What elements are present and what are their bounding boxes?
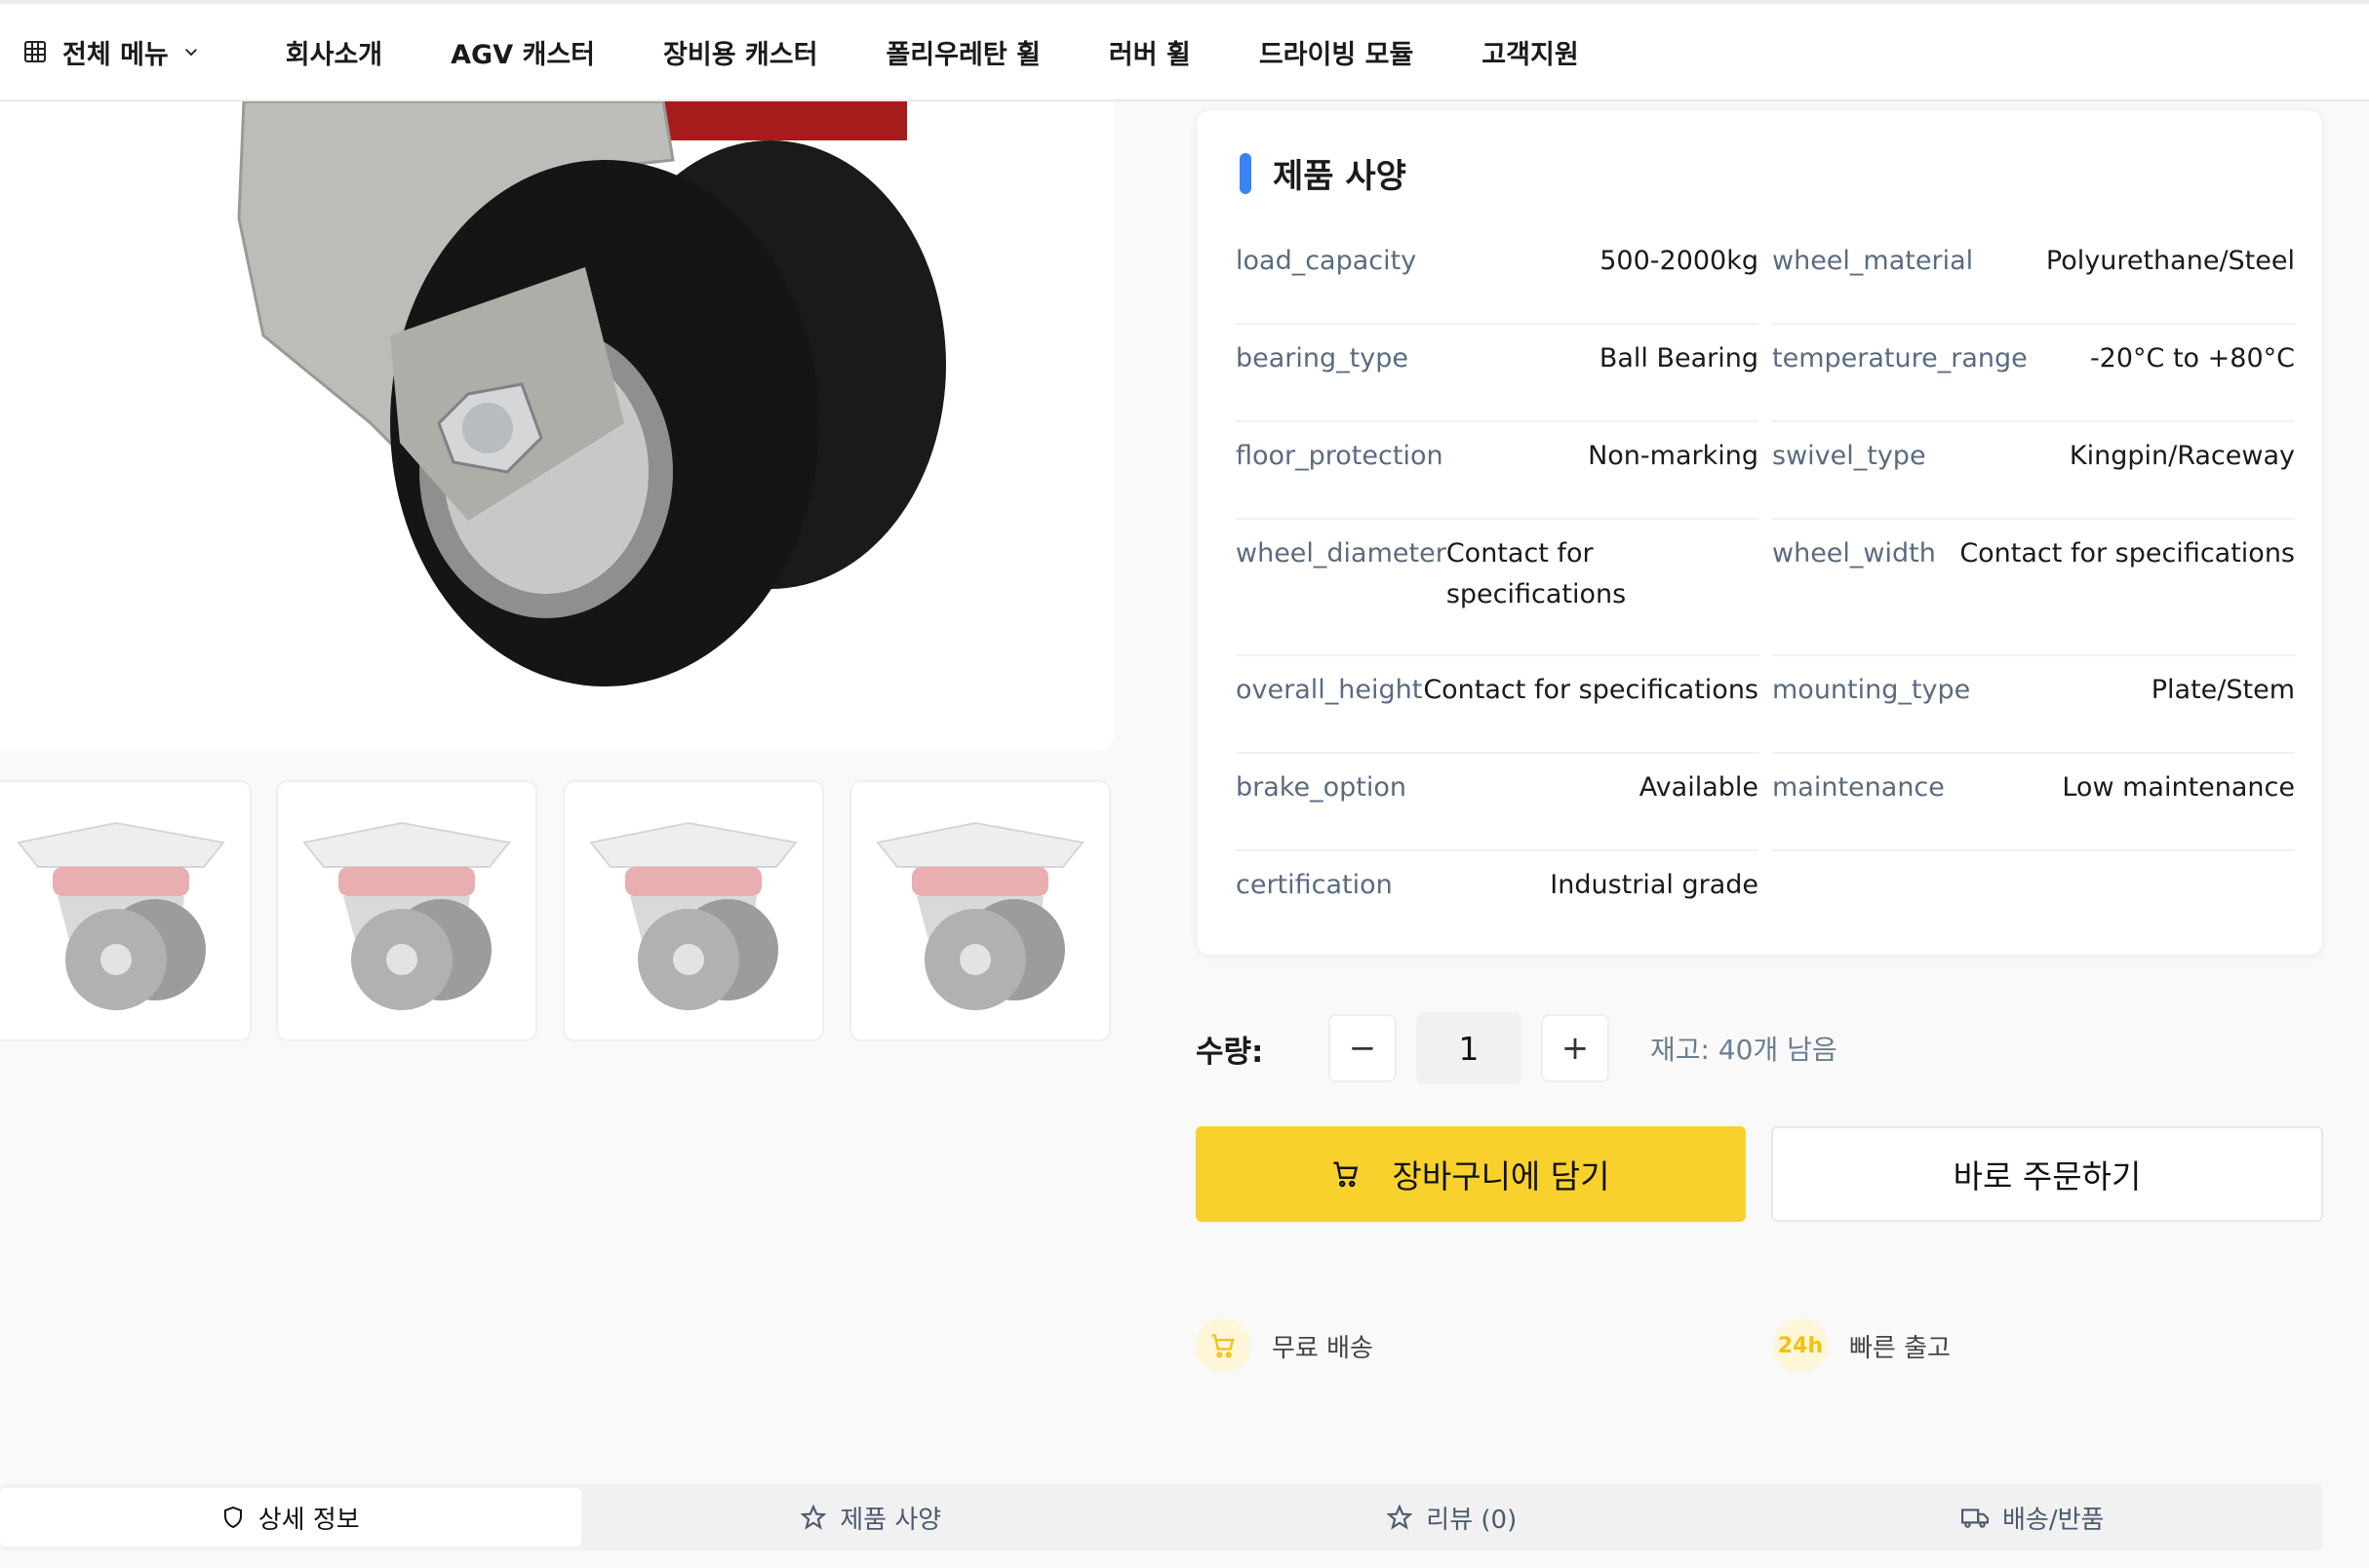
star-icon — [801, 1505, 827, 1530]
spec-key: load_capacity — [1236, 246, 1417, 276]
feature-text: 빠른 출고 — [1849, 1333, 1951, 1363]
spec-value: Kingpin/Raceway — [2069, 441, 2295, 471]
caster-thumbnail — [17, 821, 225, 1010]
spec-value: Ball Bearing — [1599, 343, 1758, 373]
spec-row: load_capacity 500-2000kg — [1236, 227, 1758, 325]
feature-fast-shipping: 24h 빠른 출고 — [1773, 1318, 1951, 1373]
tab-label: 상세 정보 — [257, 1505, 360, 1535]
quantity-stepper: 수량: − 1 + 재고: 40개 남음 — [1196, 1012, 1837, 1084]
spec-key: wheel_diameter — [1236, 538, 1446, 568]
spec-row: certification Industrial grade — [1236, 851, 1758, 949]
spec-value: Low maintenance — [2062, 772, 2295, 803]
tab-label: 리뷰 (0) — [1426, 1505, 1518, 1535]
thumbnail-4[interactable] — [849, 780, 1111, 1041]
all-menu-label: 전체 메뉴 — [62, 39, 169, 70]
spec-key: temperature_range — [1772, 343, 2028, 373]
spec-value: Contact for specifications — [1423, 675, 1758, 705]
top-navigation: 전체 메뉴 회사소개 AGV 캐스터 장비용 캐스터 폴리우레탄 휠 러버 휠 … — [0, 0, 2369, 101]
spec-title-text: 제품 사양 — [1273, 157, 1406, 196]
product-tabs: 상세 정보 제품 사양 리뷰 (0) 배송/반품 — [0, 1484, 2323, 1550]
spec-key: bearing_type — [1236, 343, 1408, 373]
spec-row: floor_protection Non-marking — [1236, 422, 1758, 520]
product-main-image[interactable] — [0, 101, 1114, 751]
spec-row: temperature_range -20°C to +80°C — [1772, 325, 2295, 422]
spec-key: wheel_material — [1772, 246, 1974, 276]
nav-item-equipment-caster[interactable]: 장비용 캐스터 — [663, 33, 817, 71]
add-to-cart-button[interactable]: 장바구니에 담기 — [1196, 1126, 1746, 1222]
spec-row: mounting_type Plate/Stem — [1772, 656, 2295, 754]
tab-label: 배송/반품 — [2002, 1505, 2105, 1535]
star-icon — [1387, 1505, 1413, 1530]
spec-value: Polyurethane/Steel — [2045, 246, 2295, 276]
spec-row: maintenance Low maintenance — [1772, 754, 2295, 851]
spec-value: -20°C to +80°C — [2089, 343, 2295, 373]
nav-item-support[interactable]: 고객지원 — [1481, 33, 1578, 71]
feature-free-shipping: 무료 배송 — [1196, 1318, 1373, 1373]
nav-item-driving-module[interactable]: 드라이빙 모듈 — [1259, 33, 1413, 71]
all-menu-button[interactable]: 전체 메뉴 — [23, 33, 216, 71]
spec-row: swivel_type Kingpin/Raceway — [1772, 422, 2295, 520]
nav-item-polyurethane-wheel[interactable]: 폴리우레탄 휠 — [886, 33, 1040, 71]
spec-value: Available — [1639, 772, 1758, 803]
title-accent-bar — [1240, 152, 1251, 194]
caster-thumbnail — [876, 821, 1085, 1010]
thumbnail-2[interactable] — [276, 780, 537, 1041]
spec-row: bearing_type Ball Bearing — [1236, 325, 1758, 422]
buy-now-label: 바로 주문하기 — [1953, 1157, 2142, 1196]
tab-shipping[interactable]: 배송/반품 — [1743, 1484, 2324, 1550]
spec-value: Plate/Stem — [2151, 675, 2295, 705]
tab-details[interactable]: 상세 정보 — [0, 1488, 581, 1547]
spec-value: Industrial grade — [1550, 870, 1758, 900]
chevron-down-icon — [184, 49, 197, 57]
tab-reviews[interactable]: 리뷰 (0) — [1162, 1484, 1743, 1550]
buy-now-button[interactable]: 바로 주문하기 — [1771, 1126, 2323, 1222]
caster-image — [237, 101, 946, 686]
caster-thumbnail — [589, 821, 798, 1010]
spec-key: certification — [1236, 870, 1393, 900]
add-to-cart-label: 장바구니에 담기 — [1392, 1157, 1610, 1196]
caster-thumbnail — [302, 821, 511, 1010]
thumbnail-1[interactable] — [0, 780, 252, 1041]
spec-title: 제품 사양 — [1240, 149, 1406, 197]
increase-button[interactable]: + — [1541, 1014, 1609, 1082]
spec-value: Non-marking — [1588, 441, 1758, 471]
spec-value: Contact for specifications — [1445, 538, 1627, 609]
spec-key: swivel_type — [1772, 441, 1926, 471]
stock-text: 재고: 40개 남음 — [1650, 1034, 1837, 1066]
quantity-label: 수량: — [1196, 1034, 1264, 1070]
spec-key: floor_protection — [1236, 441, 1443, 471]
cart-icon — [1333, 1161, 1359, 1188]
spec-key: wheel_width — [1772, 538, 1936, 568]
spec-row: wheel_width Contact for specifications — [1772, 520, 2295, 656]
spec-row: wheel_material Polyurethane/Steel — [1772, 227, 2295, 325]
decrease-button[interactable]: − — [1328, 1014, 1397, 1082]
grid-icon — [24, 41, 46, 62]
spec-row: wheel_diameter Contact for specification… — [1236, 520, 1758, 656]
spec-key: mounting_type — [1772, 675, 1971, 705]
spec-key: overall_height — [1236, 675, 1423, 705]
spec-row: overall_height Contact for specification… — [1236, 656, 1758, 754]
spec-row: brake_option Available — [1236, 754, 1758, 851]
truck-icon — [1961, 1509, 1990, 1528]
shield-icon — [223, 1506, 242, 1529]
feature-text: 무료 배송 — [1272, 1333, 1373, 1363]
spec-key: brake_option — [1236, 772, 1406, 803]
nav-item-rubber-wheel[interactable]: 러버 휠 — [1109, 33, 1191, 71]
24h-icon: 24h — [1773, 1318, 1828, 1373]
nav-item-agv-caster[interactable]: AGV 캐스터 — [451, 33, 595, 71]
cart-icon — [1196, 1318, 1250, 1373]
spec-key: maintenance — [1772, 772, 1945, 803]
tab-label: 제품 사양 — [840, 1505, 942, 1535]
quantity-input[interactable]: 1 — [1416, 1012, 1521, 1084]
spec-value: Contact for specifications — [1959, 538, 2295, 568]
nav-item-company[interactable]: 회사소개 — [286, 33, 382, 71]
thumbnail-3[interactable] — [563, 780, 824, 1041]
tab-specs[interactable]: 제품 사양 — [581, 1484, 1163, 1550]
spec-value: 500-2000kg — [1599, 246, 1758, 276]
spec-card: 제품 사양 load_capacity 500-2000kg wheel_mat… — [1196, 109, 2323, 956]
